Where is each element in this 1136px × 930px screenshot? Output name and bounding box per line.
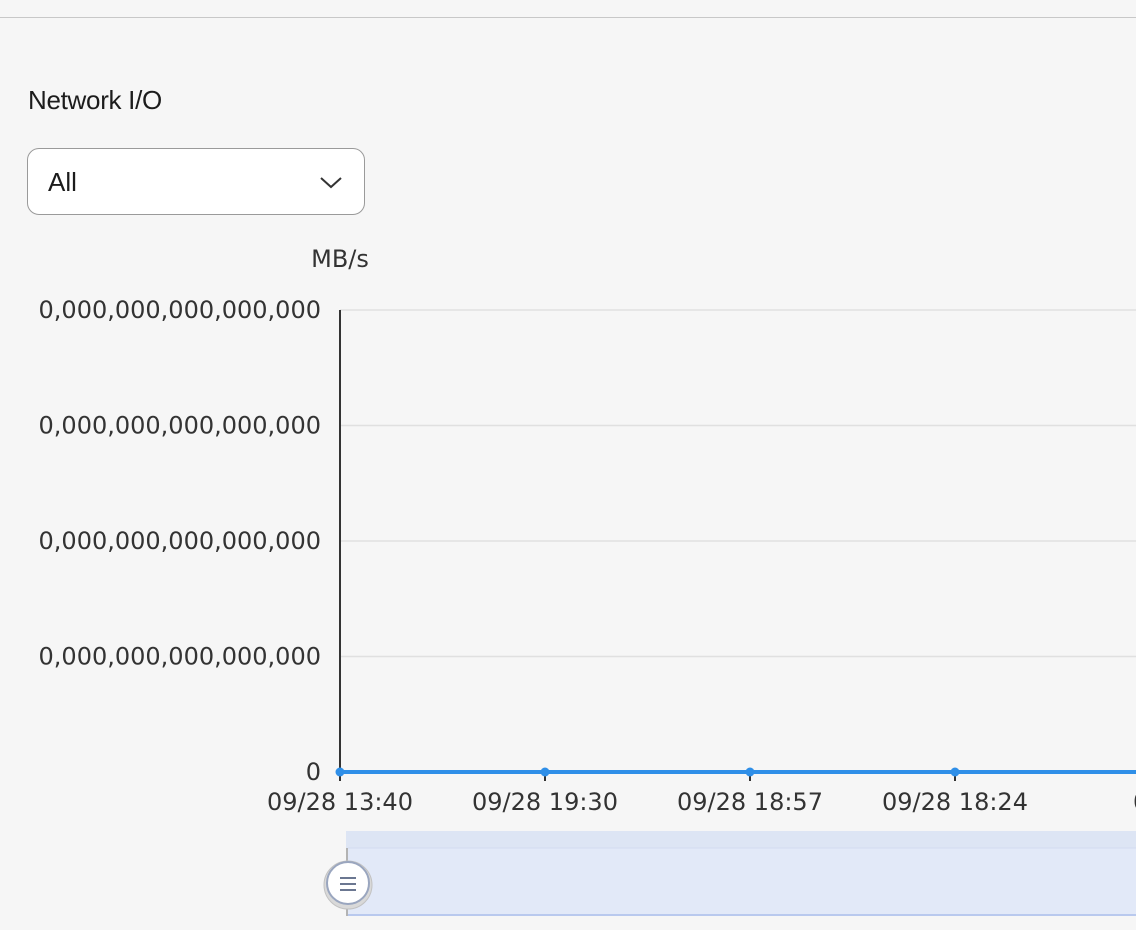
- drag-handle-icon[interactable]: [323, 860, 373, 910]
- y-tick-label: 0,000,000,000,000,000: [39, 643, 321, 671]
- network-io-chart: MB/s 0 0,000,000,000,000,000 0,000,000,000…: [39, 245, 1136, 916]
- data-point: [335, 767, 345, 777]
- data-point: [745, 767, 755, 777]
- y-tick-label: 0: [306, 758, 321, 786]
- x-tick-label: 09/28 18:24: [882, 788, 1028, 816]
- y-axis-unit-label: MB/s: [311, 245, 369, 273]
- data-point: [540, 767, 550, 777]
- y-tick-label: 0,000,000,000,000,000: [39, 412, 321, 440]
- x-tick-label: 09/28 13:40: [267, 788, 413, 816]
- x-tick-label: 09/28 18:57: [677, 788, 823, 816]
- data-point: [950, 767, 960, 777]
- zoom-selection[interactable]: [348, 848, 1136, 916]
- y-tick-label: 0,000,000,000,000,000: [39, 296, 321, 324]
- y-tick-label: 0,000,000,000,000,000: [39, 527, 321, 555]
- x-tick-label: 09/28 19:30: [472, 788, 618, 816]
